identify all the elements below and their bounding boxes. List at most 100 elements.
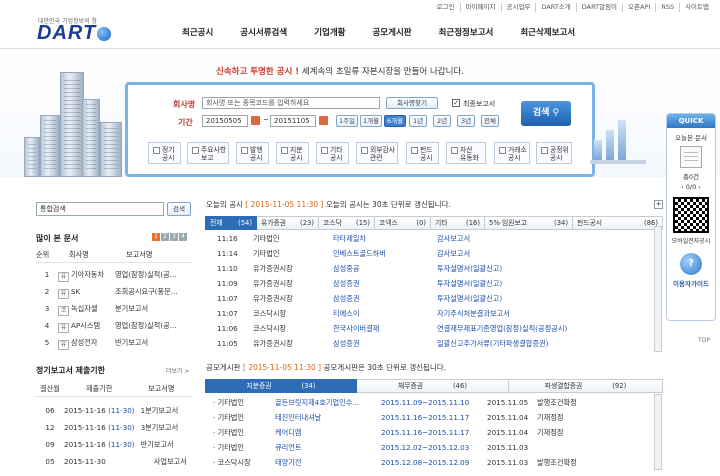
type-fund-checkbox[interactable]: 펀드 공시 [406, 142, 439, 164]
market-badge: 유 [58, 323, 69, 333]
help-icon[interactable]: ? [680, 253, 702, 275]
page-4-button[interactable]: 4 [179, 233, 187, 241]
tab-all[interactable]: 전체 (54) [205, 216, 257, 230]
tab-other[interactable]: 기타 (16) [431, 216, 485, 230]
qr-code[interactable] [673, 197, 709, 233]
nav-recent-disclosures[interactable]: 최근공시 [182, 26, 213, 38]
building-illustration [24, 137, 40, 177]
util-about-link[interactable]: DART소개 [535, 3, 575, 12]
tab-5pct-report[interactable]: 5%·임원보고 (34) [485, 216, 573, 230]
user-guide-link[interactable]: 이용자가이드 [667, 278, 715, 288]
nav-company-overview[interactable]: 기업개황 [314, 26, 345, 38]
company-search-input[interactable]: 회사명 또는 종목코드를 입력하세요 [202, 97, 380, 109]
nav-recent-corrections[interactable]: 최근정정보고서 [439, 26, 494, 38]
final-report-checkbox[interactable]: ✓ [452, 99, 460, 107]
today-row[interactable]: 11:07 코스닥시장 티에스이 자기주식처분결과보고서 [205, 309, 510, 319]
deadline-row[interactable]: 06 2015-11-16 (11-30) 1분기보고서 [36, 406, 178, 416]
period-6month-button[interactable]: 6개월 [384, 115, 406, 127]
popular-row[interactable]: 2 유 SK 조회공시요구(풍문... [36, 287, 178, 299]
util-mypage-link[interactable]: 마이페이지 [459, 3, 501, 12]
page-1-button[interactable]: 1 [152, 233, 160, 241]
market-badge: 유 [58, 340, 69, 350]
top-link[interactable]: TOP [698, 337, 710, 344]
today-row[interactable]: 11:07 유가증권시장 삼성증권 투자설명서(일괄신고) [205, 294, 502, 304]
deadline-row[interactable]: 09 2015-11-16 (11-30) 반기보고서 [36, 440, 173, 450]
ipo-row[interactable]: · 기타법인 큐리언트 2015.12.02~2015.12.03 2015.11.0… [205, 443, 537, 453]
type-equity-checkbox[interactable]: 지분 공시 [276, 142, 309, 164]
util-alarm-link[interactable]: DART알림이 [575, 3, 622, 12]
period-2year-button[interactable]: 2년 [433, 115, 451, 127]
slogan: 신속하고 투명한 공시 ! 세계속의 초일류 자본시장을 만들어 나갑니다. [216, 65, 464, 77]
period-1year-button[interactable]: 1년 [409, 115, 427, 127]
tab-kosdaq[interactable]: 코스닥 (15) [319, 216, 375, 230]
page-3-button[interactable]: 3 [170, 233, 178, 241]
ipo-list: · 기타법인 골든브릿지제4호기업인수... 2015.11.09~2015.11.… [205, 396, 663, 472]
market-badge: 유 [58, 272, 69, 282]
today-scrollbar[interactable] [654, 226, 662, 352]
calendar-icon[interactable] [319, 116, 328, 125]
util-work-link[interactable]: 공시업무 [500, 3, 536, 12]
period-1month-button[interactable]: 1개월 [360, 115, 382, 127]
tab-debt-securities[interactable]: 채무증권 (46) [357, 379, 509, 393]
today-viewed-label: 오늘본 문서 [675, 134, 707, 142]
nav-document-search[interactable]: 공시서류검색 [240, 26, 287, 38]
type-other-checkbox[interactable]: 기타 공시 [316, 142, 349, 164]
page-2-button[interactable]: 2 [161, 233, 169, 241]
ipo-row[interactable]: · 기타법인 테진인터내셔날 2015.11.16~2015.11.17 2015.1… [205, 413, 563, 423]
ipo-row[interactable]: · 코스닥시장 태양기전 2015.12.08~2015.12.09 2015.11.… [205, 458, 577, 468]
date-from-input[interactable]: 20150505 [202, 115, 248, 127]
company-find-button[interactable]: 회사명찾기 [386, 97, 438, 109]
expand-icon[interactable]: + [654, 200, 663, 209]
today-row[interactable]: 11:05 유가증권시장 삼성증권 일괄신고추가서류(기타파생결합증권) [205, 339, 548, 349]
type-ftc-checkbox[interactable]: 공정위 공시 [536, 142, 572, 164]
market-badge: 유 [58, 289, 69, 299]
period-label: 기간 [178, 118, 193, 127]
popular-row[interactable]: 5 유 삼성전자 반기보고서 [36, 338, 148, 350]
popular-row[interactable]: 3 코 녹십자셀 분기보고서 [36, 304, 148, 316]
ipo-row[interactable]: · 기타법인 골든브릿지제4호기업인수... 2015.11.09~2015.11.… [205, 398, 577, 408]
type-periodic-checkbox[interactable]: 정기 공시 [148, 142, 181, 164]
integrated-search-input[interactable]: 통합검색 [36, 202, 164, 216]
period-1week-button[interactable]: 1주일 [336, 115, 358, 127]
company-label: 회사명 [173, 100, 196, 109]
today-row[interactable]: 11:09 유가증권시장 삼성증권 투자설명서(일괄신고) [205, 279, 502, 289]
util-rss-link[interactable]: RSS [655, 3, 679, 12]
tab-derivative-securities[interactable]: 파생결합증권 (92) [509, 379, 663, 393]
tab-equity-securities[interactable]: 지분증권 (34) [205, 379, 357, 393]
deadline-row[interactable]: 12 2015-11-16 (11-30) 3분기보고서 [36, 423, 178, 433]
tab-kospi[interactable]: 유가증권 (23) [257, 216, 319, 230]
deadline-more-link[interactable]: 더보기 > [166, 366, 190, 375]
today-row[interactable]: 11:16 기타법인 타타제일차 감사보고서 [205, 234, 470, 244]
today-row[interactable]: 11:14 기타법인 인베스트골드하버 감사보고서 [205, 249, 470, 259]
type-securitization-checkbox[interactable]: 자산 유동화 [446, 142, 486, 164]
type-major-checkbox[interactable]: 주요사항 보고 [187, 142, 229, 164]
nav-ipo-board[interactable]: 공모게시판 [372, 26, 411, 38]
ipo-row[interactable]: · 기타법인 케어디엠 2015.11.16~2015.11.17 2015.11.0… [205, 428, 563, 438]
period-all-button[interactable]: 전체 [481, 115, 499, 127]
today-row[interactable]: 11:10 유가증권시장 삼성중공 투자설명서(일괄신고) [205, 264, 502, 274]
util-openapi-link[interactable]: 오픈API [622, 3, 655, 12]
popular-row[interactable]: 1 유 기아자동차 영업(잠정)실적(공... [36, 270, 177, 282]
util-login-link[interactable]: 로그인 [432, 3, 460, 12]
util-sitemap-link[interactable]: 사이트맵 [679, 3, 714, 12]
tab-konex[interactable]: 코넥스 (0) [375, 216, 431, 230]
popular-row[interactable]: 4 유 AP시스템 영업(잠정)실적(공... [36, 321, 177, 333]
quick-header: QUICK [667, 114, 715, 128]
header-company: 회사명 [69, 250, 89, 259]
calendar-icon[interactable] [251, 116, 260, 125]
period-3year-button[interactable]: 3년 [457, 115, 475, 127]
tab-fund[interactable]: 펀드공시 (86) [573, 216, 663, 230]
today-row[interactable]: 11:06 코스닥시장 한국사이버결제 연결재무제표기준영업(잠정)실적(공정공시) [205, 324, 567, 334]
search-button[interactable]: 검색 ⚲ [521, 101, 571, 126]
type-audit-checkbox[interactable]: 외부감사 관련 [356, 142, 398, 164]
ipo-scrollbar[interactable] [654, 394, 662, 470]
type-exchange-checkbox[interactable]: 거래소 공시 [494, 142, 530, 164]
deadline-row[interactable]: 05 2015-11-30 사업보고서 [36, 457, 186, 467]
type-issue-checkbox[interactable]: 발행 공시 [236, 142, 269, 164]
integrated-search-button[interactable]: 검색 [167, 202, 191, 216]
date-to-input[interactable]: 20151105 [270, 115, 316, 127]
dart-logo[interactable]: DART [37, 22, 112, 45]
nav-recent-deletions[interactable]: 최근삭제보고서 [520, 26, 575, 38]
deadline-table: 결산월 제출기한 보고서명 06 2015-11-16 (11-30) 1분기보고서… [36, 384, 192, 469]
viewed-pager[interactable]: ‹ 0/0 › [667, 183, 715, 191]
